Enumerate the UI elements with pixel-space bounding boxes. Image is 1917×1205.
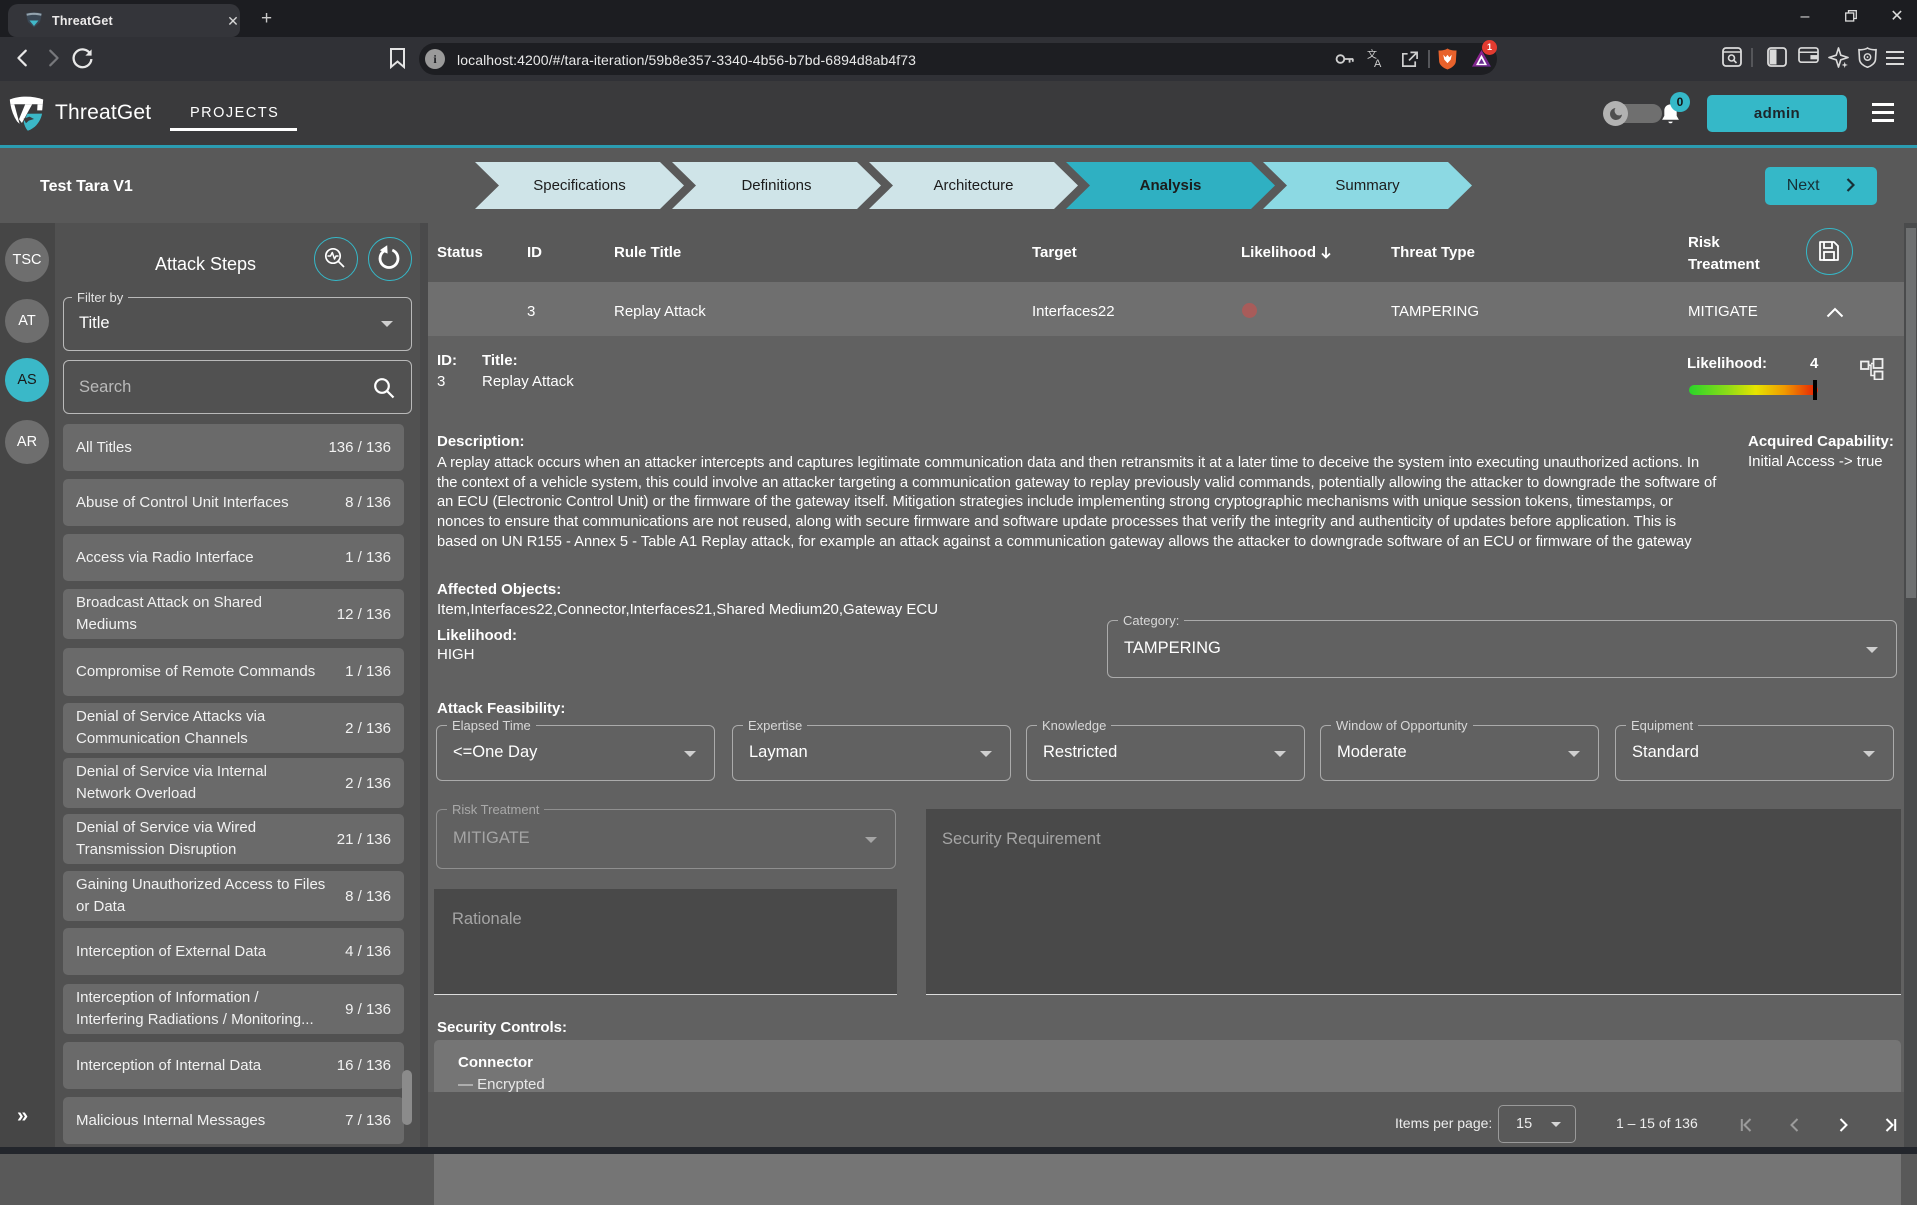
svg-text:A: A <box>1374 58 1382 69</box>
